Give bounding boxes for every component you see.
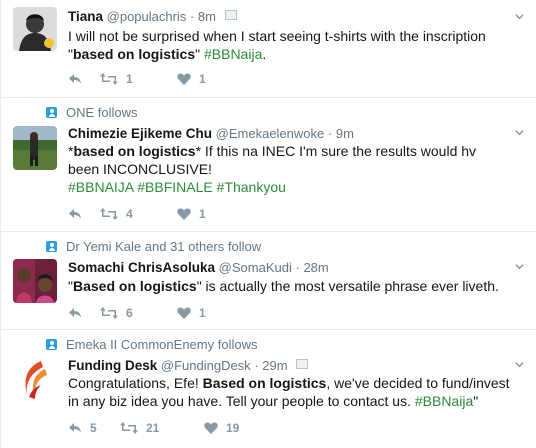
- highlighted-phrase: Based on logistics: [202, 375, 327, 391]
- follow-context-icon: [46, 107, 57, 118]
- follow-context-icon: [46, 339, 57, 350]
- avatar[interactable]: [13, 259, 57, 303]
- retweet-button[interactable]: 6: [100, 306, 177, 320]
- avatar[interactable]: [13, 7, 57, 51]
- like-icon: [177, 73, 191, 85]
- follow-context-icon: [46, 241, 57, 252]
- separator-dot: ·: [295, 260, 300, 275]
- like-icon: [204, 422, 218, 434]
- like-button[interactable]: 1: [177, 207, 206, 221]
- chevron-down-icon[interactable]: [515, 128, 524, 137]
- follow-context: Dr Yemi Kale and 31 others follow: [46, 239, 261, 254]
- retweet-icon: [120, 422, 138, 434]
- retweet-button[interactable]: 1: [100, 72, 177, 86]
- retweet-button[interactable]: 4: [100, 207, 177, 221]
- follow-context-text[interactable]: Dr Yemi Kale and 31 others follow: [66, 239, 261, 254]
- like-count: 1: [199, 72, 206, 86]
- tweet-text: "Based on logistics" is actually the mos…: [68, 277, 508, 295]
- tweet-text-segment: ": [473, 393, 479, 409]
- like-icon: [177, 208, 191, 220]
- reply-button[interactable]: 5: [68, 421, 120, 435]
- follow-context: ONE follows: [46, 105, 138, 120]
- tweet-actions: 5 21 19: [68, 421, 239, 435]
- tweet-header: Somachi ChrisAsoluka @SomaKudi · 28m: [68, 260, 329, 275]
- reply-count: 5: [90, 421, 97, 435]
- hashtag-link[interactable]: #BBNaija: [415, 393, 473, 409]
- reply-icon: [69, 74, 81, 84]
- tweet-header: Chimezie Ejikeme Chu @Emekaelenwoke · 9m: [68, 126, 354, 141]
- retweet-icon: [100, 307, 118, 319]
- like-count: 19: [226, 421, 240, 435]
- reply-icon: [69, 423, 81, 433]
- tweet[interactable]: Emeka II CommonEnemy follows Funding Des…: [1, 330, 536, 448]
- tweet-actions: 4 1: [68, 207, 206, 221]
- highlighted-phrase: based on logistics: [72, 46, 196, 62]
- author-handle[interactable]: @Emekaelenwoke: [216, 126, 325, 141]
- avatar[interactable]: [13, 126, 57, 170]
- timestamp[interactable]: 28m: [303, 260, 328, 275]
- like-button[interactable]: 1: [177, 306, 206, 320]
- like-count: 1: [199, 306, 206, 320]
- separator-dot: ·: [189, 9, 195, 24]
- retweet-count: 6: [126, 306, 133, 320]
- tweet-text-segment: .: [262, 46, 267, 62]
- author-handle[interactable]: @FundingDesk: [161, 358, 251, 373]
- timeline-feed: Tiana @populachris · 8m I will not be su…: [0, 0, 536, 448]
- like-button[interactable]: 1: [177, 72, 206, 86]
- follow-context-text[interactable]: ONE follows: [66, 105, 138, 120]
- like-icon: [177, 307, 191, 319]
- timestamp[interactable]: 29m: [262, 358, 287, 373]
- retweet-count: 21: [146, 421, 160, 435]
- hashtag-link[interactable]: #BBNAIJA #BBFINALE #Thankyou: [68, 179, 286, 195]
- tweet-header: Funding Desk @FundingDesk · 29m: [68, 358, 309, 373]
- like-button[interactable]: 19: [204, 421, 239, 435]
- timestamp[interactable]: 8m: [198, 9, 216, 24]
- follow-context: Emeka II CommonEnemy follows: [46, 337, 257, 352]
- tweet-actions: 1 1: [68, 72, 206, 86]
- reply-icon: [69, 308, 81, 318]
- retweet-icon: [100, 208, 118, 220]
- photo-icon: [296, 359, 309, 369]
- author-handle[interactable]: @populachris: [107, 9, 187, 24]
- highlighted-phrase: based on logistics: [73, 143, 196, 159]
- reply-button[interactable]: [68, 208, 100, 220]
- follow-context-text[interactable]: Emeka II CommonEnemy follows: [66, 337, 257, 352]
- tweet[interactable]: Tiana @populachris · 8m I will not be su…: [1, 0, 536, 98]
- retweet-icon: [100, 73, 118, 85]
- author-name[interactable]: Chimezie Ejikeme Chu: [68, 126, 212, 141]
- chevron-down-icon[interactable]: [515, 12, 524, 21]
- separator-dot: ·: [254, 358, 259, 373]
- photo-icon: [224, 10, 237, 20]
- author-name[interactable]: Tiana: [68, 9, 103, 24]
- tweet-text: I will not be surprised when I start see…: [68, 27, 508, 63]
- highlighted-phrase: Based on logistics: [72, 278, 197, 294]
- tweet-actions: 6 1: [68, 306, 206, 320]
- tweet[interactable]: Dr Yemi Kale and 31 others follow Somach…: [1, 232, 536, 330]
- author-name[interactable]: Somachi ChrisAsoluka: [68, 260, 215, 275]
- author-handle[interactable]: @SomaKudi: [219, 260, 292, 275]
- tweet-text: Congratulations, Efe! Based on logistics…: [68, 374, 513, 410]
- timestamp[interactable]: 9m: [336, 126, 354, 141]
- reply-button[interactable]: [68, 73, 100, 85]
- tweet[interactable]: ONE follows Chimezie Ejikeme Chu @Emekae…: [1, 98, 536, 232]
- tweet-header: Tiana @populachris · 8m: [68, 9, 237, 24]
- author-name[interactable]: Funding Desk: [68, 358, 157, 373]
- chevron-down-icon[interactable]: [515, 360, 524, 369]
- reply-icon: [69, 209, 81, 219]
- chevron-down-icon[interactable]: [515, 262, 524, 271]
- tweet-text-segment: ": [195, 46, 204, 62]
- tweet-text-segment: " is actually the most versatile phrase …: [196, 278, 499, 294]
- retweet-button[interactable]: 21: [120, 421, 204, 435]
- tweet-text-segment: Congratulations, Efe!: [68, 375, 203, 391]
- avatar[interactable]: [13, 357, 57, 401]
- hashtag-link[interactable]: #BBNaija: [204, 46, 262, 62]
- retweet-count: 4: [126, 207, 133, 221]
- separator-dot: ·: [327, 126, 333, 141]
- reply-button[interactable]: [68, 307, 100, 319]
- retweet-count: 1: [126, 72, 133, 86]
- tweet-text: *based on logistics* If this na INEC I'm…: [68, 142, 488, 196]
- like-count: 1: [199, 207, 206, 221]
